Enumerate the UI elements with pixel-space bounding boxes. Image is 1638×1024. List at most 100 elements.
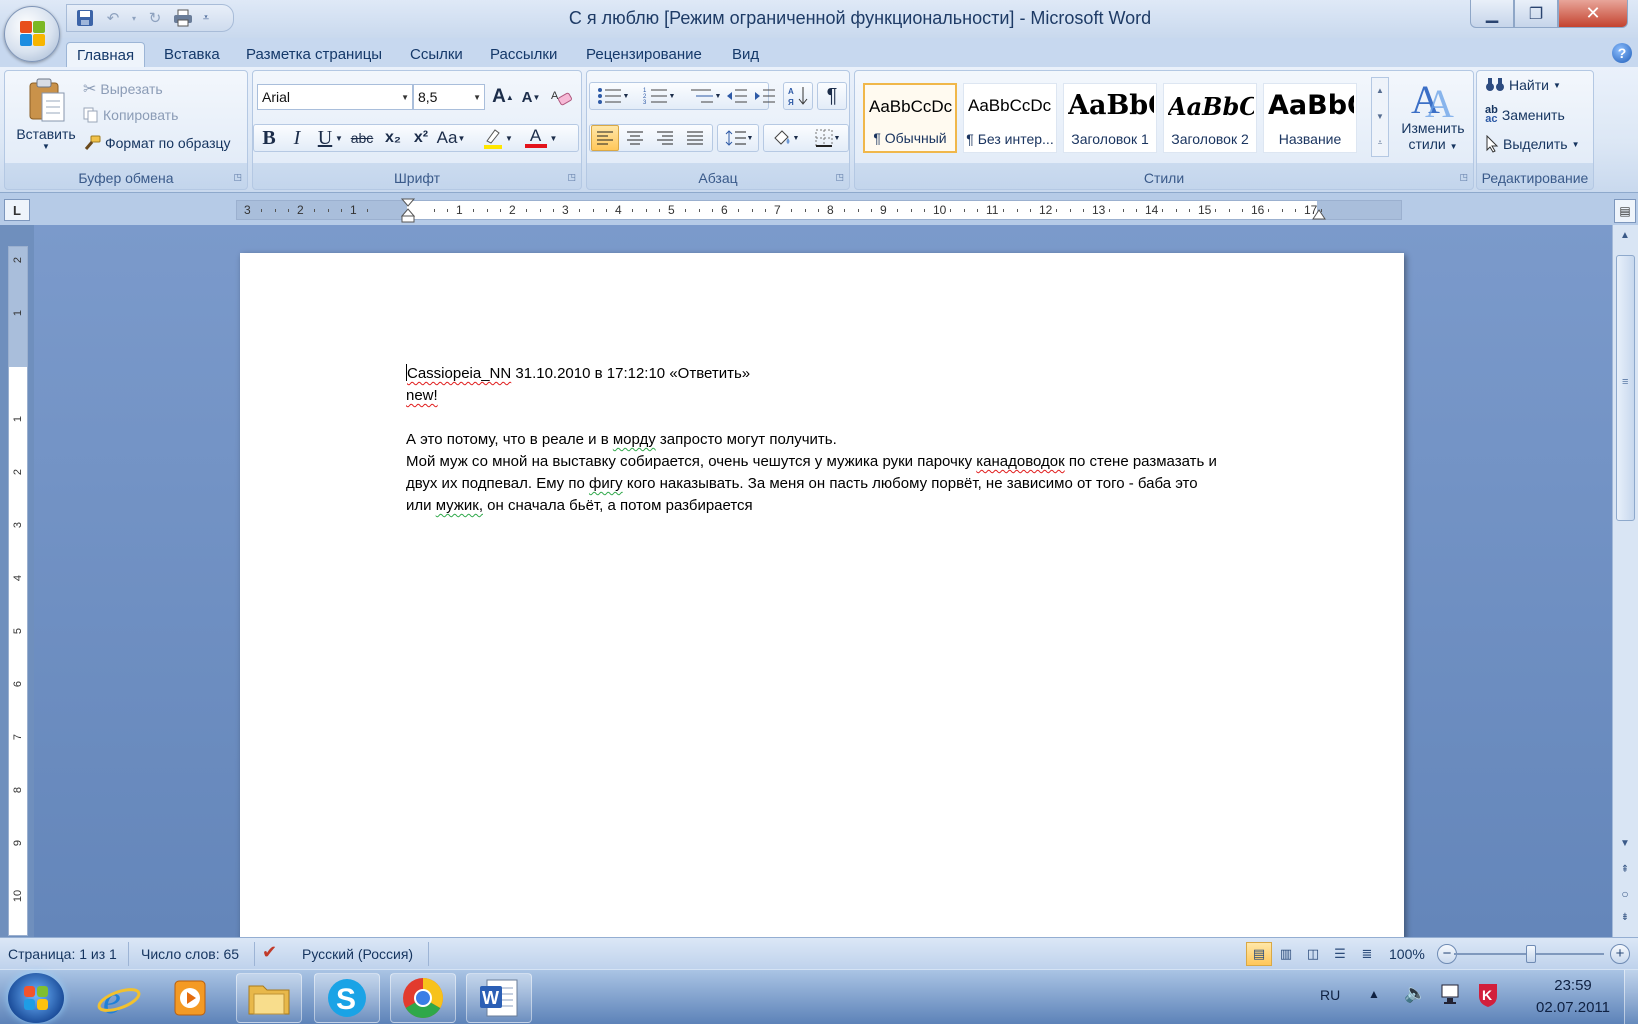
cut-button[interactable]: ✂ Вырезать [83, 79, 163, 99]
styles-launcher-icon[interactable]: ◳ [1459, 172, 1468, 183]
show-desktop-button[interactable] [1624, 970, 1638, 1024]
taskbar-skype[interactable]: S [314, 973, 380, 1023]
clipboard-launcher-icon[interactable]: ◳ [233, 172, 242, 183]
customize-qat-icon[interactable]: ⩡ [199, 7, 213, 29]
full-screen-reading-icon[interactable]: ▥ [1273, 942, 1299, 966]
scroll-down-icon[interactable]: ▼ [1616, 835, 1634, 853]
bold-button[interactable]: B [255, 125, 283, 151]
scroll-up-icon[interactable]: ▲ [1616, 227, 1634, 245]
style-no-spacing[interactable]: AaBbCcDc ¶ Без интер... [963, 83, 1057, 153]
taskbar-chrome[interactable] [390, 973, 456, 1023]
tab-home[interactable]: Главная [66, 42, 146, 68]
next-page-icon[interactable]: ⇟ [1616, 909, 1634, 927]
change-case-button[interactable]: Aa ▼ [435, 125, 467, 151]
paste-button[interactable]: Вставить ▼ [9, 77, 83, 151]
tab-mailings[interactable]: Рассылки [480, 42, 567, 68]
undo-dropdown-icon[interactable]: ▾ [129, 7, 139, 29]
close-button[interactable]: ✕ [1558, 0, 1628, 28]
tab-references[interactable]: Ссылки [400, 42, 473, 68]
font-launcher-icon[interactable]: ◳ [567, 172, 576, 183]
justify-button[interactable] [681, 125, 709, 151]
numbering-button[interactable]: 123 ▼ [639, 83, 679, 109]
tab-selector-button[interactable]: L [4, 199, 30, 221]
highlight-button[interactable]: ▼ [477, 125, 517, 151]
save-icon[interactable] [73, 7, 97, 29]
print-layout-view-icon[interactable]: ▤ [1246, 942, 1272, 966]
find-dropdown-icon[interactable]: ▼ [1553, 81, 1561, 90]
print-icon[interactable] [171, 7, 195, 29]
input-language-indicator[interactable]: RU [1320, 987, 1340, 1003]
outline-view-icon[interactable]: ☰ [1327, 942, 1353, 966]
antivirus-icon[interactable]: K [1476, 982, 1500, 1011]
paragraph-launcher-icon[interactable]: ◳ [835, 172, 844, 183]
copy-button[interactable]: Копировать [83, 107, 178, 123]
previous-page-icon[interactable]: ⇞ [1616, 861, 1634, 879]
volume-icon[interactable]: 🔈 [1404, 983, 1426, 1004]
proofing-icon[interactable]: ✔ [262, 942, 277, 963]
line-spacing-button[interactable]: ▼ [719, 125, 759, 151]
view-ruler-button[interactable]: ▤ [1614, 199, 1636, 223]
maximize-button[interactable]: ❐ [1514, 0, 1558, 28]
select-dropdown-icon[interactable]: ▼ [1572, 140, 1580, 149]
minimize-button[interactable]: ▁ [1470, 0, 1514, 28]
superscript-button[interactable]: x² [407, 125, 435, 151]
taskbar-media-player[interactable] [158, 973, 224, 1023]
undo-icon[interactable]: ↶ [101, 7, 125, 29]
document-text[interactable]: Cassiopeia_NN 31.10.2010 в 17:12:10 «Отв… [406, 363, 1316, 517]
underline-dropdown-icon[interactable]: ▼ [333, 125, 345, 151]
right-indent-marker-icon[interactable] [1312, 207, 1326, 221]
format-painter-button[interactable]: Формат по образцу [83, 135, 231, 151]
vertical-ruler[interactable]: 2 1 1 2 3 4 5 6 7 8 9 10 [8, 246, 28, 936]
show-hidden-icons[interactable]: ▲ [1368, 987, 1380, 1001]
paste-dropdown-icon[interactable]: ▼ [9, 142, 83, 151]
font-family-dropdown-icon[interactable]: ▼ [401, 93, 409, 102]
decrease-indent-button[interactable] [723, 83, 751, 109]
bullets-button[interactable]: ▼ [593, 83, 633, 109]
taskbar-internet-explorer[interactable]: e [86, 973, 152, 1023]
increase-indent-button[interactable] [751, 83, 779, 109]
vertical-scrollbar[interactable]: ▲ ▼ ⇞ ○ ⇟ [1612, 225, 1638, 937]
tab-view[interactable]: Вид [722, 42, 769, 68]
align-left-button[interactable] [591, 125, 619, 151]
style-heading-2[interactable]: AaBbCc Заголовок 2 [1163, 83, 1257, 153]
font-color-button[interactable]: A ▼ [521, 125, 561, 151]
grow-font-button[interactable]: A ▲ [489, 84, 517, 110]
show-formatting-button[interactable]: ¶ [818, 83, 846, 109]
zoom-level[interactable]: 100% [1389, 946, 1425, 962]
office-button[interactable] [4, 6, 60, 62]
system-clock[interactable]: 23:59 02.07.2011 [1536, 975, 1610, 1019]
taskbar-explorer[interactable] [236, 973, 302, 1023]
indent-marker-icon[interactable] [401, 198, 415, 224]
zoom-slider-thumb[interactable] [1526, 945, 1536, 963]
style-normal[interactable]: AaBbCcDc ¶ Обычный [863, 83, 957, 153]
shading-button[interactable]: ▼ [765, 125, 805, 151]
styles-gallery-scroll[interactable]: ▲ ▼ ⩡ [1371, 77, 1389, 157]
clear-formatting-button[interactable]: A [547, 84, 575, 110]
style-heading-1[interactable]: AaBbC Заголовок 1 [1063, 83, 1157, 153]
start-button[interactable] [8, 973, 64, 1023]
horizontal-ruler[interactable]: 3 2 1 1 2 3 4 5 6 7 8 9 10 11 12 13 14 15 16 17 [236, 198, 1402, 223]
web-layout-icon[interactable]: ◫ [1300, 942, 1326, 966]
subscript-button[interactable]: x₂ [379, 125, 407, 151]
browse-object-icon[interactable]: ○ [1616, 885, 1634, 903]
style-title[interactable]: AaBbC Название [1263, 83, 1357, 153]
network-icon[interactable] [1440, 983, 1464, 1008]
help-icon[interactable]: ? [1612, 43, 1632, 63]
page-count[interactable]: Страница: 1 из 1 [8, 946, 117, 962]
document-page[interactable]: Cassiopeia_NN 31.10.2010 в 17:12:10 «Отв… [240, 253, 1404, 937]
language-indicator[interactable]: Русский (Россия) [302, 946, 413, 962]
font-family-combo[interactable]: Arial ▼ [257, 84, 413, 110]
taskbar-word[interactable]: W [466, 973, 532, 1023]
italic-button[interactable]: I [283, 125, 311, 151]
strikethrough-button[interactable]: abc [347, 125, 377, 151]
replace-button[interactable]: ab ac Заменить [1485, 105, 1565, 125]
borders-button[interactable]: ▼ [807, 125, 847, 151]
tab-page-layout[interactable]: Разметка страницы [236, 42, 392, 68]
word-count[interactable]: Число слов: 65 [141, 946, 239, 962]
shrink-font-button[interactable]: A ▼ [517, 84, 545, 110]
select-button[interactable]: Выделить ▼ [1485, 135, 1580, 153]
tab-insert[interactable]: Вставка [154, 42, 230, 68]
font-size-dropdown-icon[interactable]: ▼ [473, 93, 481, 102]
redo-icon[interactable]: ↻ [143, 7, 167, 29]
find-button[interactable]: Найти ▼ [1485, 77, 1561, 93]
